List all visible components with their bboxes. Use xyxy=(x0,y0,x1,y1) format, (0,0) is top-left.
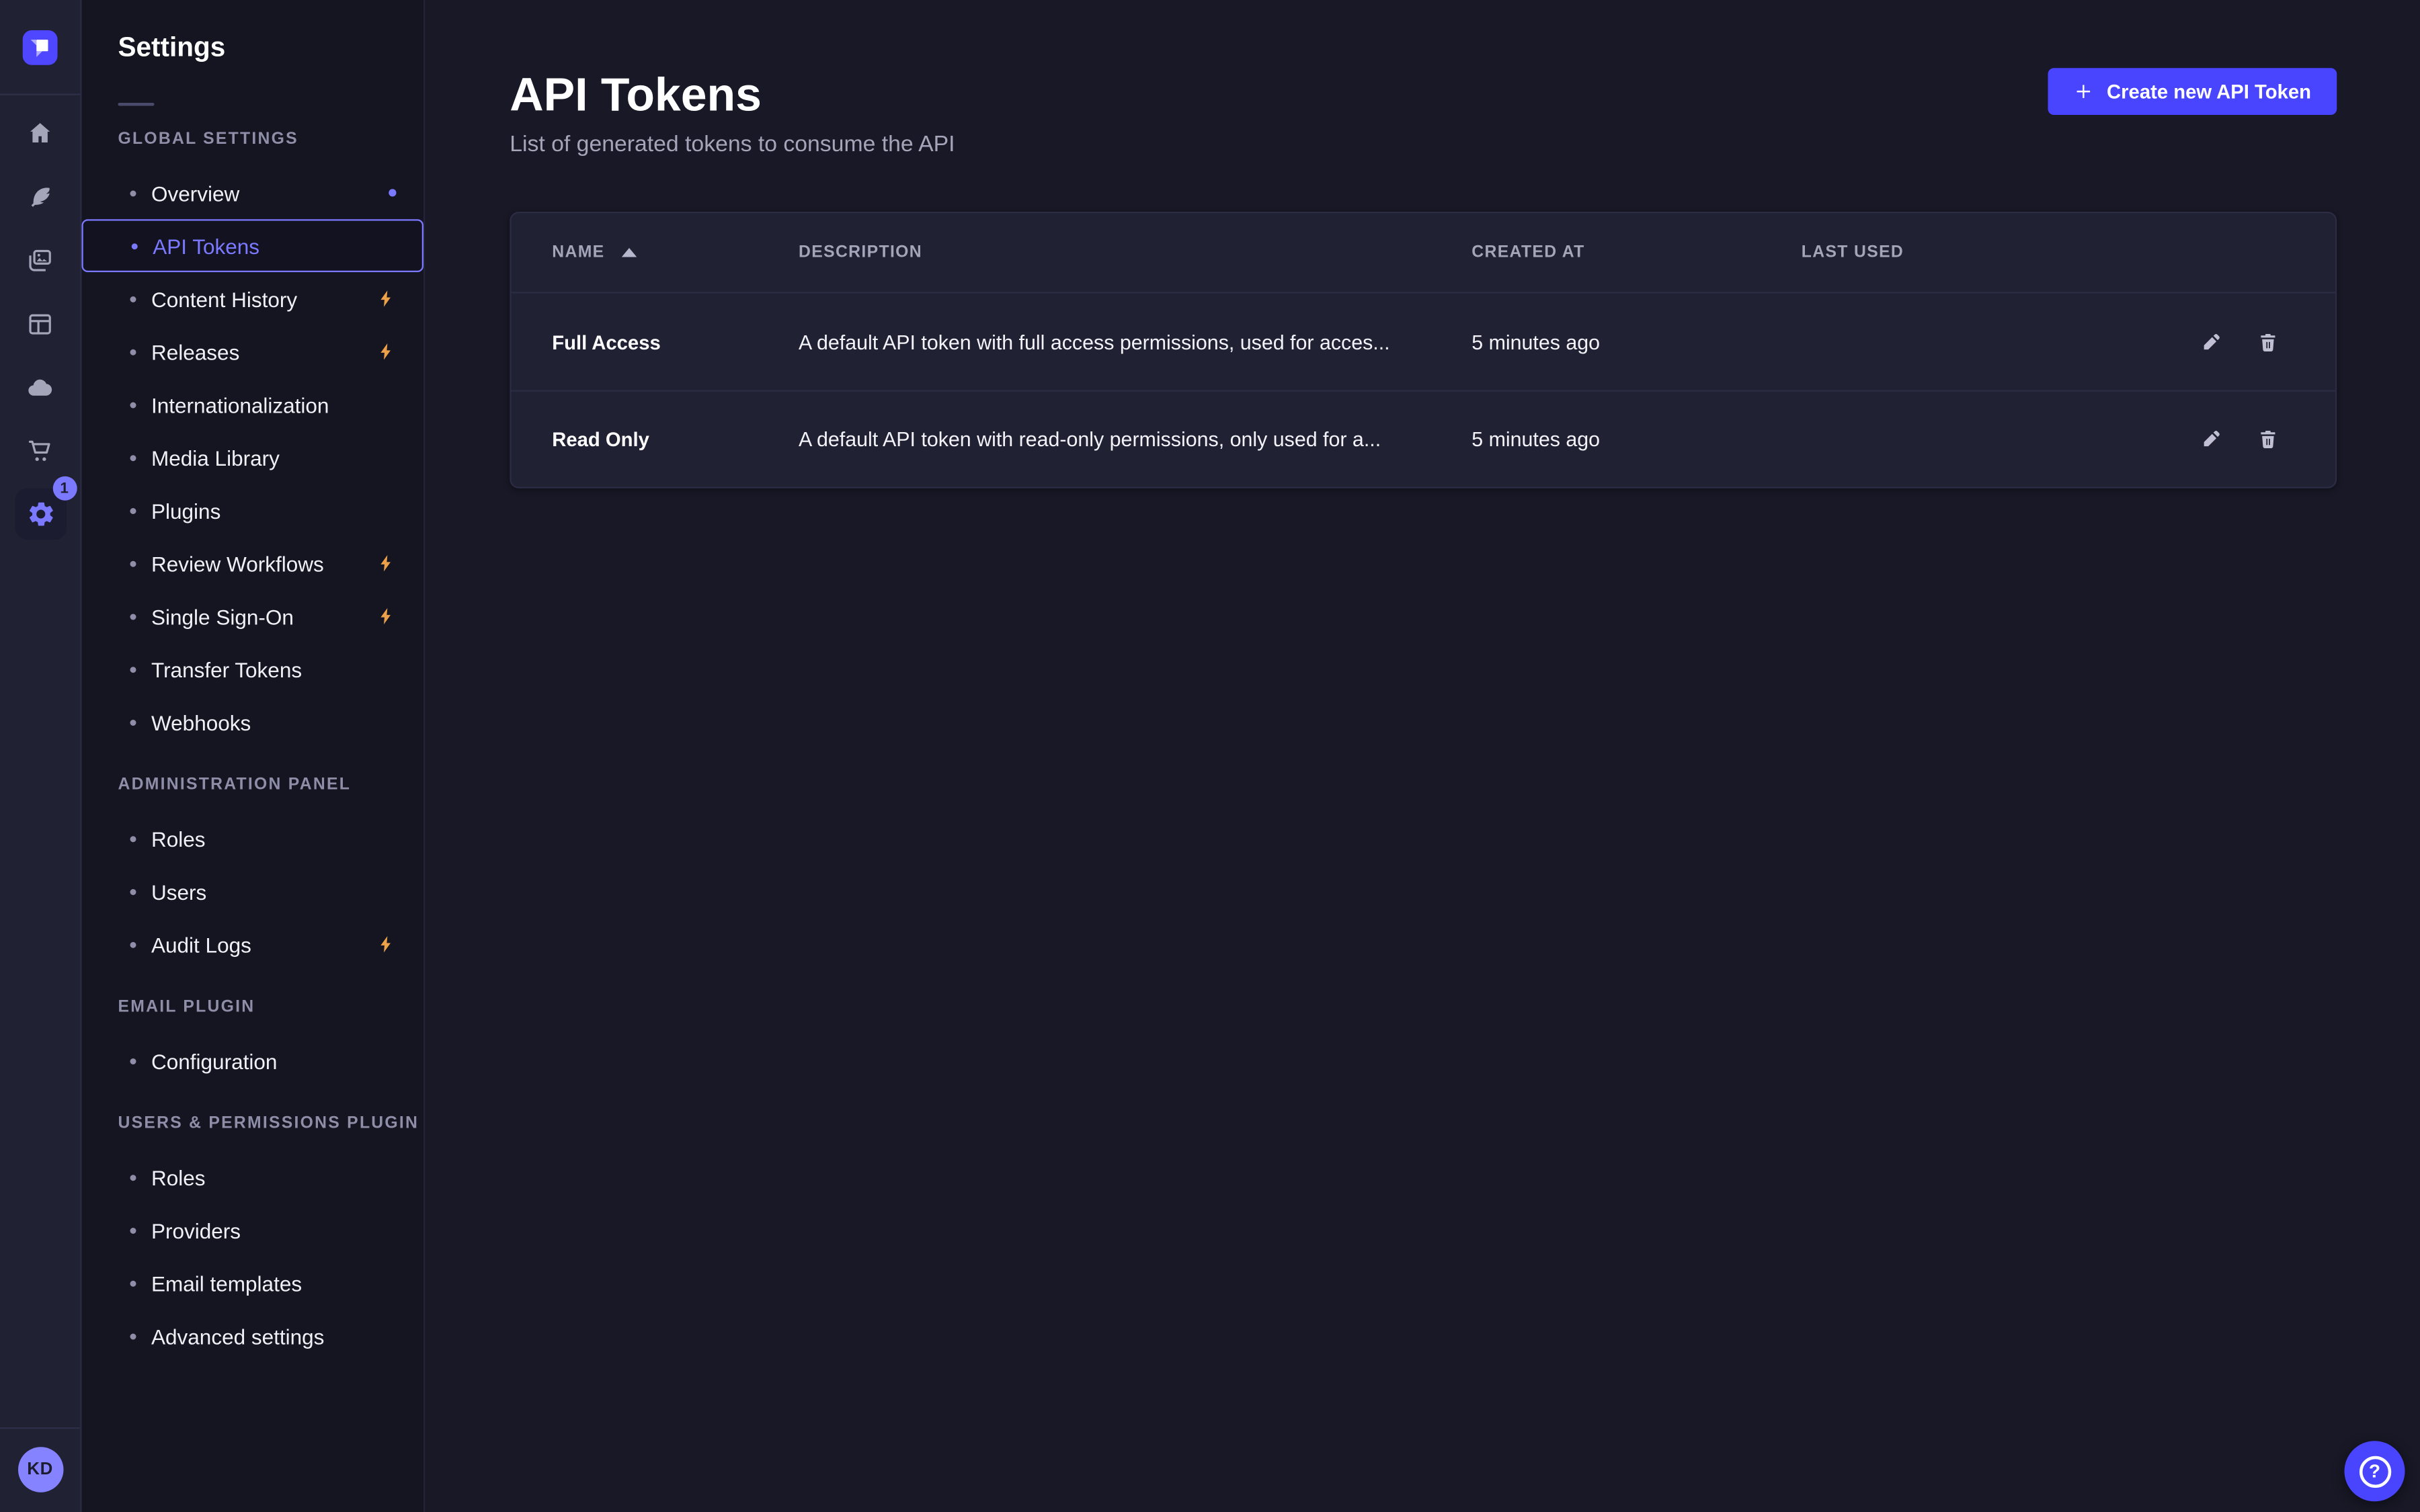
bullet-icon xyxy=(130,719,136,725)
table-row[interactable]: Read Only A default API token with read-… xyxy=(512,390,2336,487)
section-administration-panel: ADMINISTRATION PANEL Roles Users Audit L… xyxy=(82,775,424,970)
sidebar-item-content-history[interactable]: Content History xyxy=(82,272,424,325)
create-api-token-button[interactable]: Create new API Token xyxy=(2048,68,2337,115)
lightning-bolt-icon xyxy=(376,606,396,626)
bullet-icon xyxy=(130,349,136,355)
sidebar-item-transfer-tokens[interactable]: Transfer Tokens xyxy=(82,642,424,696)
sidebar-item-email-configuration[interactable]: Configuration xyxy=(82,1034,424,1087)
token-name: Read Only xyxy=(552,428,799,451)
user-avatar[interactable]: KD xyxy=(17,1447,63,1493)
column-header-last-used: LAST USED xyxy=(1802,243,2104,261)
sidebar-item-webhooks[interactable]: Webhooks xyxy=(82,696,424,749)
content-builder-icon[interactable] xyxy=(19,175,61,218)
delete-trash-icon[interactable] xyxy=(2249,421,2286,458)
bullet-icon xyxy=(130,454,136,460)
settings-sidebar: Settings GLOBAL SETTINGS Overview API To… xyxy=(82,0,426,1512)
sidebar-title-divider xyxy=(118,103,155,106)
table-header-row: NAME DESCRIPTION CREATED AT LAST USED xyxy=(512,213,2336,293)
strapi-logo-icon xyxy=(23,30,58,65)
logo-section xyxy=(0,0,80,95)
cloud-icon[interactable] xyxy=(19,366,61,409)
user-section: KD xyxy=(0,1427,80,1512)
main-nav-bar: 1 KD xyxy=(0,0,82,1512)
sidebar-item-api-tokens[interactable]: API Tokens xyxy=(82,219,424,272)
home-icon[interactable] xyxy=(19,112,61,155)
section-users-permissions-plugin: USERS & PERMISSIONS PLUGIN Roles Provide… xyxy=(82,1114,424,1362)
sidebar-item-up-advanced-settings[interactable]: Advanced settings xyxy=(82,1310,424,1363)
sidebar-item-up-roles[interactable]: Roles xyxy=(82,1150,424,1204)
settings-notification-badge: 1 xyxy=(52,476,77,501)
section-header: GLOBAL SETTINGS xyxy=(82,130,424,149)
sidebar-item-up-providers[interactable]: Providers xyxy=(82,1204,424,1257)
marketplace-cart-icon[interactable] xyxy=(19,429,61,472)
bullet-icon xyxy=(130,1058,136,1064)
token-created-at: 5 minutes ago xyxy=(1471,428,1802,451)
sidebar-item-review-workflows[interactable]: Review Workflows xyxy=(82,537,424,590)
section-global-settings: GLOBAL SETTINGS Overview API Tokens Cont… xyxy=(82,130,424,749)
token-created-at: 5 minutes ago xyxy=(1471,331,1802,353)
column-header-description: DESCRIPTION xyxy=(799,243,1471,261)
section-email-plugin: EMAIL PLUGIN Configuration xyxy=(82,998,424,1087)
sidebar-item-releases[interactable]: Releases xyxy=(82,325,424,378)
bullet-icon xyxy=(130,507,136,513)
help-button[interactable]: ? xyxy=(2345,1441,2405,1501)
bullet-icon xyxy=(130,941,136,948)
bullet-icon xyxy=(130,296,136,302)
lightning-bolt-icon xyxy=(376,342,396,362)
sidebar-item-single-sign-on[interactable]: Single Sign-On xyxy=(82,590,424,643)
page-subtitle: List of generated tokens to consume the … xyxy=(510,132,955,157)
section-header: ADMINISTRATION PANEL xyxy=(82,775,424,794)
delete-trash-icon[interactable] xyxy=(2249,324,2286,360)
sidebar-item-overview[interactable]: Overview xyxy=(82,167,424,220)
page-title: API Tokens xyxy=(510,68,955,122)
column-header-created-at: CREATED AT xyxy=(1471,243,1802,261)
lightning-bolt-icon xyxy=(376,554,396,573)
bullet-icon xyxy=(130,613,136,619)
sidebar-item-internationalization[interactable]: Internationalization xyxy=(82,378,424,431)
bullet-icon xyxy=(130,1333,136,1339)
lightning-bolt-icon xyxy=(376,289,396,308)
sidebar-item-admin-roles[interactable]: Roles xyxy=(82,812,424,865)
question-mark-icon: ? xyxy=(2359,1456,2390,1487)
token-description: A default API token with full access per… xyxy=(799,331,1471,353)
page-header: API Tokens List of generated tokens to c… xyxy=(510,68,2337,157)
sidebar-item-audit-logs[interactable]: Audit Logs xyxy=(82,918,424,971)
sidebar-item-admin-users[interactable]: Users xyxy=(82,865,424,918)
bullet-icon xyxy=(130,1227,136,1233)
media-library-icon[interactable] xyxy=(19,239,61,282)
bullet-icon xyxy=(130,835,136,841)
notification-dot-icon xyxy=(389,189,396,196)
app-window: 1 KD Settings GLOBAL SETTINGS Overview A… xyxy=(0,0,2420,1512)
token-description: A default API token with read-only permi… xyxy=(799,428,1471,451)
strapi-logo[interactable] xyxy=(23,30,58,65)
sidebar-item-media-library[interactable]: Media Library xyxy=(82,431,424,484)
table-row[interactable]: Full Access A default API token with ful… xyxy=(512,294,2336,390)
bullet-icon xyxy=(130,560,136,566)
sidebar-item-up-email-templates[interactable]: Email templates xyxy=(82,1257,424,1310)
bullet-icon xyxy=(132,243,138,249)
plus-icon xyxy=(2074,82,2093,101)
lightning-bolt-icon xyxy=(376,935,396,954)
bullet-icon xyxy=(130,190,136,196)
layout-icon[interactable] xyxy=(19,302,61,345)
section-header: EMAIL PLUGIN xyxy=(82,998,424,1016)
edit-pencil-icon[interactable] xyxy=(2193,324,2230,360)
settings-gear-icon[interactable]: 1 xyxy=(14,489,66,540)
main-content: API Tokens List of generated tokens to c… xyxy=(425,0,2420,1512)
sidebar-item-plugins[interactable]: Plugins xyxy=(82,484,424,537)
sidebar-title: Settings xyxy=(82,0,424,64)
section-header: USERS & PERMISSIONS PLUGIN xyxy=(82,1114,424,1132)
bullet-icon xyxy=(130,666,136,672)
api-tokens-table: NAME DESCRIPTION CREATED AT LAST USED Fu… xyxy=(510,212,2337,489)
edit-pencil-icon[interactable] xyxy=(2193,421,2230,458)
token-name: Full Access xyxy=(552,331,799,353)
bullet-icon xyxy=(130,1174,136,1180)
bullet-icon xyxy=(130,1280,136,1286)
bullet-icon xyxy=(130,888,136,894)
bullet-icon xyxy=(130,401,136,407)
sort-asc-icon xyxy=(621,248,637,257)
column-header-name[interactable]: NAME xyxy=(552,243,799,261)
